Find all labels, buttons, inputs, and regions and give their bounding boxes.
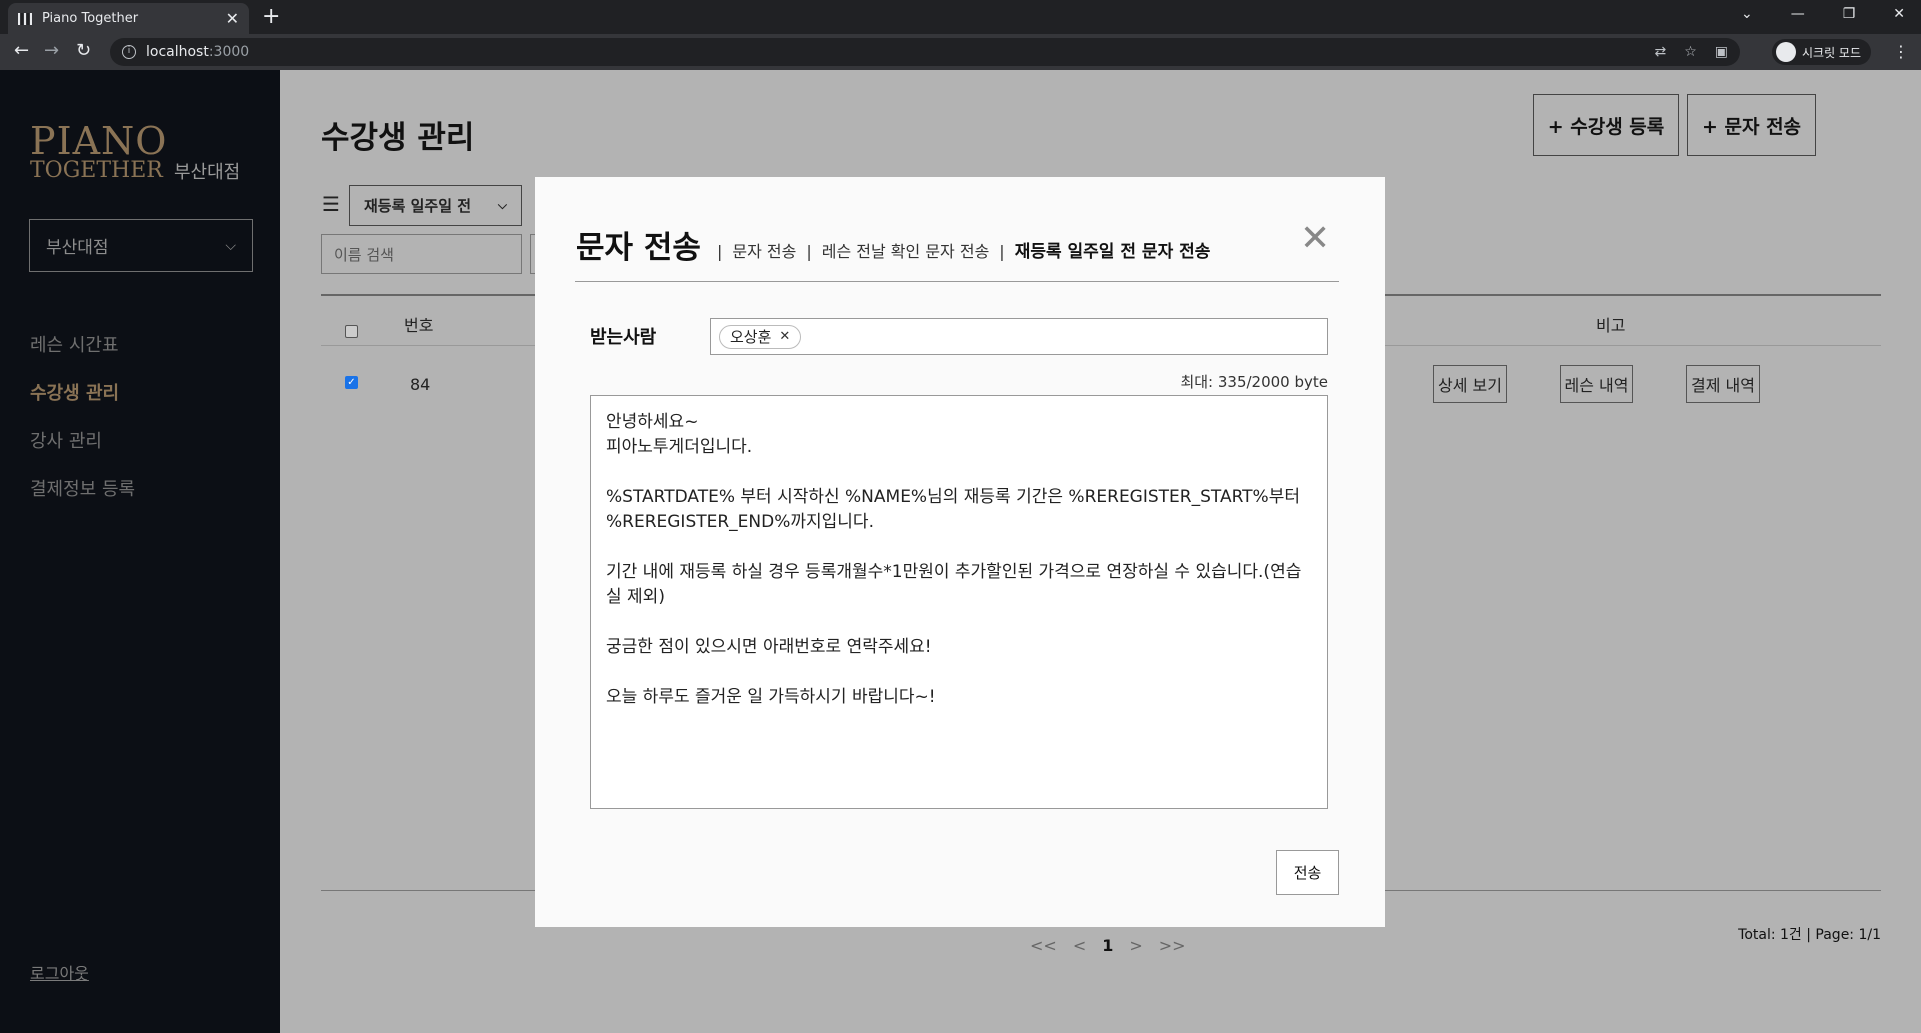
chevron-down-icon: ⌵	[225, 237, 236, 254]
recipient-input[interactable]: 오상훈 ✕	[710, 318, 1328, 355]
name-search-input[interactable]: 이름 검색	[321, 234, 522, 274]
page-prev-button[interactable]: <	[1073, 936, 1086, 955]
recipient-label: 받는사람	[590, 327, 657, 348]
forward-icon[interactable]: →	[44, 40, 59, 61]
page-next-button[interactable]: >	[1129, 936, 1142, 955]
tab-sms[interactable]: 문자 전송	[732, 238, 796, 262]
byte-count: 최대: 335/2000 byte	[1180, 373, 1328, 391]
sidebar-item-student-management[interactable]: 수강생 관리	[30, 382, 135, 430]
recipient-chip-label: 오상훈	[730, 328, 772, 346]
browser-toolbar: ← → ↻ i localhost:3000 ⇄ ☆ ▣ 시크릿 모드 ⋮	[0, 34, 1921, 70]
back-icon[interactable]: ←	[14, 40, 29, 61]
sidebar-menu: 레슨 시간표 수강생 관리 강사 관리 결제정보 등록	[30, 334, 135, 526]
tab-search-icon[interactable]: ⌄	[1741, 6, 1753, 22]
window-controls: ⌄ — ❐ ✕	[1741, 6, 1905, 22]
row-checkbox[interactable]: ✓	[345, 376, 358, 389]
message-textarea[interactable]: 안녕하세요~ 피아노투게더입니다. %STARTDATE% 부터 시작하신 %N…	[590, 395, 1328, 809]
reload-icon[interactable]: ↻	[76, 40, 91, 61]
page-title: 수강생 관리	[321, 120, 475, 156]
branch-select[interactable]: 부산대점 ⌵	[29, 219, 253, 272]
tab-separator: |	[999, 242, 1005, 261]
url-port: :3000	[208, 44, 250, 60]
tab-reregister-notice[interactable]: 재등록 일주일 전 문자 전송	[1015, 237, 1211, 262]
filter-value: 재등록 일주일 전	[364, 197, 472, 215]
site-info-icon[interactable]: i	[122, 45, 136, 59]
logo: PIANO TOGETHER	[30, 122, 167, 182]
tab-close-icon[interactable]: ✕	[226, 9, 239, 28]
minimize-icon[interactable]: —	[1791, 6, 1805, 22]
col-header-note: 비고	[1596, 316, 1626, 335]
sidebar-item-lesson-schedule[interactable]: 레슨 시간표	[30, 334, 135, 382]
piano-favicon-icon	[18, 12, 32, 25]
profile-label: 시크릿 모드	[1802, 45, 1862, 60]
incognito-icon	[1776, 42, 1796, 62]
url-host: localhost	[146, 44, 209, 60]
register-student-button[interactable]: + 수강생 등록	[1533, 94, 1679, 156]
select-all-checkbox[interactable]	[345, 325, 358, 338]
total-summary: Total: 1건 | Page: 1/1	[1738, 927, 1881, 943]
row-number: 84	[410, 375, 431, 394]
send-sms-button[interactable]: + 문자 전송	[1687, 94, 1816, 156]
filter-select[interactable]: 재등록 일주일 전 ⌵	[349, 185, 522, 226]
page-current[interactable]: 1	[1102, 936, 1113, 955]
address-bar[interactable]: i localhost:3000 ⇄ ☆ ▣	[110, 38, 1740, 66]
payment-history-button[interactable]: 결제 내역	[1686, 365, 1760, 403]
restore-icon[interactable]: ❐	[1843, 6, 1856, 22]
page-first-button[interactable]: <<	[1030, 936, 1057, 955]
logout-link[interactable]: 로그아웃	[30, 960, 89, 984]
browser-tab[interactable]: Piano Together ✕	[8, 3, 249, 34]
col-header-number: 번호	[404, 316, 434, 335]
recipient-chip: 오상훈 ✕	[719, 324, 802, 349]
sidebar: PIANO TOGETHER 부산대점 부산대점 ⌵ 레슨 시간표 수강생 관리…	[0, 70, 280, 1033]
translate-icon[interactable]: ⇄	[1654, 44, 1666, 60]
pagination: << < 1 > >>	[1030, 936, 1186, 955]
new-tab-icon[interactable]: +	[262, 4, 280, 29]
filter-icon: ☰	[322, 192, 340, 216]
close-icon[interactable]: ✕	[1300, 221, 1330, 257]
bookmark-star-icon[interactable]: ☆	[1684, 44, 1697, 60]
send-button[interactable]: 전송	[1276, 850, 1339, 895]
remove-recipient-icon[interactable]: ✕	[779, 329, 790, 344]
side-panel-icon[interactable]: ▣	[1715, 44, 1728, 60]
tab-separator: |	[717, 242, 723, 261]
page-last-button[interactable]: >>	[1159, 936, 1186, 955]
window-close-icon[interactable]: ✕	[1893, 6, 1905, 22]
logo-branch: 부산대점	[174, 162, 241, 183]
tab-title: Piano Together	[42, 11, 139, 26]
browser-tab-bar: Piano Together ✕ + ⌄ — ❐ ✕	[0, 0, 1921, 34]
tab-lesson-reminder[interactable]: 레슨 전날 확인 문자 전송	[822, 238, 990, 262]
tab-separator: |	[806, 242, 812, 261]
detail-view-button[interactable]: 상세 보기	[1433, 365, 1507, 403]
modal-divider	[575, 281, 1339, 282]
modal-tabs: | 문자 전송 | 레슨 전날 확인 문자 전송 | 재등록 일주일 전 문자 …	[717, 237, 1210, 262]
sidebar-item-teacher-management[interactable]: 강사 관리	[30, 430, 135, 478]
branch-select-value: 부산대점	[46, 238, 109, 258]
chevron-down-icon: ⌵	[497, 198, 507, 212]
incognito-profile[interactable]: 시크릿 모드	[1772, 39, 1872, 65]
lesson-history-button[interactable]: 레슨 내역	[1560, 365, 1633, 403]
modal-title: 문자 전송	[576, 230, 701, 266]
sidebar-item-payment-register[interactable]: 결제정보 등록	[30, 478, 135, 526]
sms-modal: 문자 전송 | 문자 전송 | 레슨 전날 확인 문자 전송 | 재등록 일주일…	[535, 177, 1385, 927]
more-menu-icon[interactable]: ⋮	[1893, 42, 1909, 61]
logo-together: TOGETHER	[30, 158, 163, 183]
logo-piano: PIANO	[30, 119, 168, 163]
